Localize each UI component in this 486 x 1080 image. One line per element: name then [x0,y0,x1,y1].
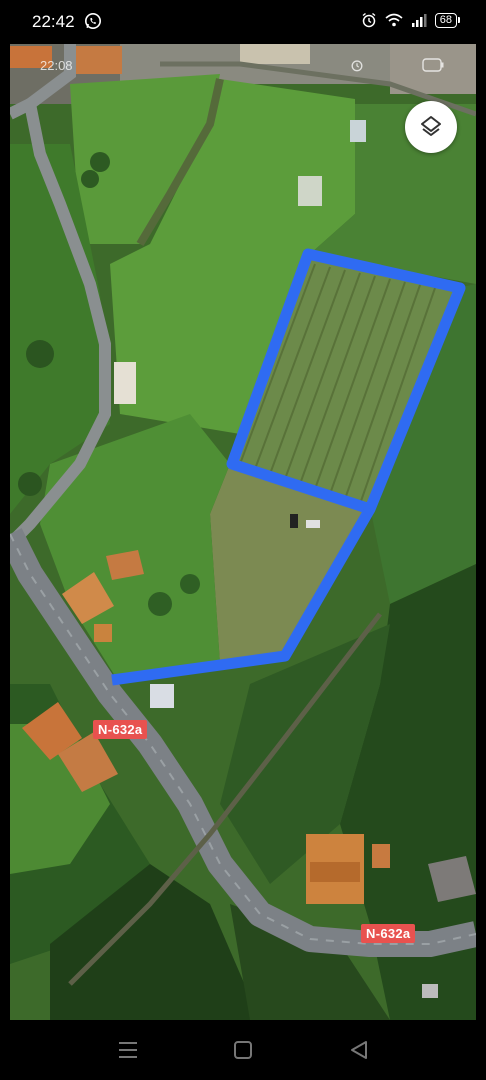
alarm-icon [362,12,376,28]
vehicle [290,514,298,528]
inner-status-time: 22:08 [40,58,73,73]
road-label: N-632a [361,924,416,943]
building-roof [94,624,112,642]
satellite-image[interactable] [10,44,476,1020]
inner-battery-icon [422,58,444,72]
status-bar: 22:42 68 [0,0,486,44]
battery-level: 68 [434,12,457,28]
status-icons: 68 [361,12,460,28]
battery-icon: 68 [434,12,460,28]
building [298,176,322,206]
building-roof [74,46,122,74]
whatsapp-icon [84,12,102,30]
vehicle [306,520,320,528]
back-icon[interactable] [348,1040,370,1060]
satellite-map[interactable]: 22:08 N-632a N-632a [10,44,476,1020]
layers-icon [421,116,441,136]
status-time: 22:42 [32,12,75,31]
building [422,984,438,998]
menu-icon[interactable] [117,1040,139,1060]
inner-alarm-icon [351,60,363,72]
home-icon[interactable] [232,1040,254,1060]
layers-button[interactable] [405,101,457,153]
building [350,120,366,142]
road-label: N-632a [93,720,148,739]
building-roof [372,844,390,868]
signal-icon [411,14,427,27]
building [114,362,136,404]
navigation-bar [0,1020,486,1080]
building [150,684,174,708]
wifi-icon [385,13,403,27]
